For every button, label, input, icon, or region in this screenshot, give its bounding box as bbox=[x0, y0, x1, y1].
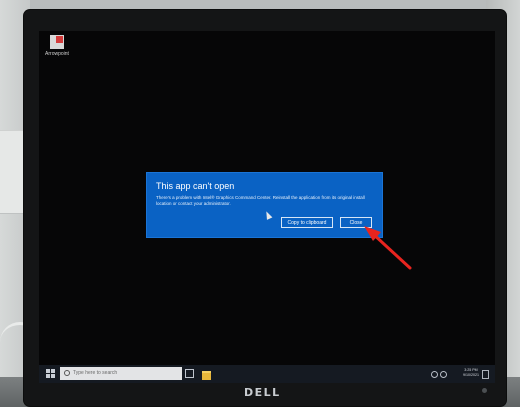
monitor-screen: Arrowpoint This app can't open There's a… bbox=[39, 31, 495, 383]
dialog-message: There's a problem with Intel® Graphics C… bbox=[156, 195, 365, 206]
task-view-icon[interactable] bbox=[185, 369, 194, 378]
dell-logo: DELL bbox=[244, 386, 281, 399]
dialog-title: This app can't open bbox=[156, 181, 235, 191]
clock-time: 3:25 PM bbox=[464, 368, 478, 372]
taskbar: Type here to search 3:25 PM 9/10/2021 bbox=[39, 365, 495, 383]
power-button-icon[interactable] bbox=[482, 388, 487, 393]
app-shortcut-icon bbox=[50, 35, 64, 49]
desktop-shortcut-label: Arrowpoint bbox=[45, 51, 69, 57]
network-icon[interactable] bbox=[440, 371, 447, 378]
taskbar-search-box[interactable]: Type here to search bbox=[60, 367, 182, 380]
search-placeholder: Type here to search bbox=[73, 370, 118, 376]
windows-start-icon[interactable] bbox=[46, 369, 55, 378]
search-icon bbox=[64, 370, 70, 376]
clock-date: 9/10/2021 bbox=[463, 373, 479, 377]
copy-to-clipboard-button[interactable]: Copy to clipboard bbox=[281, 217, 333, 228]
close-button[interactable]: Close bbox=[340, 217, 372, 228]
file-explorer-icon[interactable] bbox=[202, 371, 211, 380]
error-dialog: This app can't open There's a problem wi… bbox=[147, 173, 382, 237]
taskbar-clock[interactable]: 3:25 PM 9/10/2021 bbox=[463, 368, 479, 378]
tray-chevron-icon[interactable] bbox=[431, 371, 438, 378]
desktop-shortcut[interactable]: Arrowpoint bbox=[43, 35, 71, 65]
notification-center-icon[interactable] bbox=[482, 370, 489, 379]
system-tray: 3:25 PM 9/10/2021 bbox=[429, 368, 489, 380]
